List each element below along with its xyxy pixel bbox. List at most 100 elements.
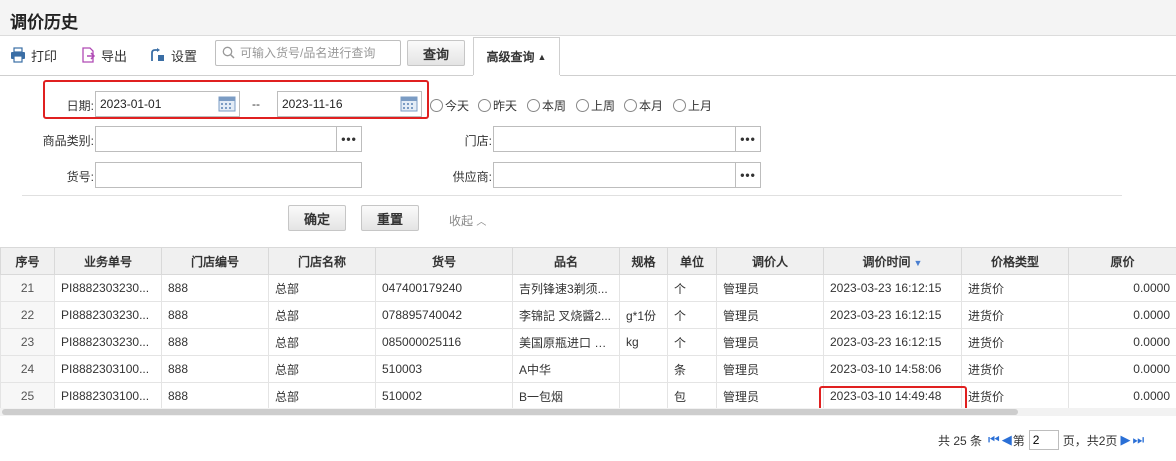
calendar-icon[interactable] <box>218 95 236 112</box>
table-cell: 美国原瓶进口 加... <box>512 328 620 356</box>
column-header[interactable]: 价格类型 <box>961 247 1069 275</box>
supplier-field[interactable] <box>493 162 736 188</box>
table-cell <box>619 382 668 410</box>
column-header[interactable]: 货号 <box>375 247 513 275</box>
print-label: 打印 <box>31 48 58 64</box>
table-cell: 总部 <box>268 301 376 329</box>
table-cell: 0.0000 <box>1068 355 1176 383</box>
search-input[interactable] <box>238 44 398 62</box>
page-number-input[interactable] <box>1028 430 1059 450</box>
store-picker-button[interactable]: ••• <box>735 126 761 152</box>
radio-circle <box>527 99 540 112</box>
radio-label: 本周 <box>542 99 567 113</box>
collapse-link[interactable]: 收起 ︿ <box>449 212 486 229</box>
export-button[interactable]: 导出 <box>80 45 127 65</box>
sort-desc-icon: ▼ <box>913 257 923 268</box>
table-cell: 总部 <box>268 328 376 356</box>
column-header-sorted[interactable]: 调价时间 ▼ <box>823 247 962 275</box>
column-header[interactable]: 品名 <box>512 247 620 275</box>
radio-this-week[interactable]: 本周 <box>527 97 566 114</box>
print-button[interactable]: 打印 <box>10 45 57 65</box>
horizontal-scrollbar[interactable] <box>0 408 1176 416</box>
radio-yesterday[interactable]: 昨天 <box>478 97 517 114</box>
table-cell: 管理员 <box>716 274 824 302</box>
radio-last-month[interactable]: 上月 <box>673 97 712 114</box>
supplier-picker-button[interactable]: ••• <box>735 162 761 188</box>
calendar-icon[interactable] <box>400 95 418 112</box>
table-row[interactable]: 25 PI8882303100... 888 总部 510002 B一包烟 包 … <box>0 382 1176 410</box>
table-row[interactable]: 24 PI8882303100... 888 总部 510003 A中华 条 管… <box>0 355 1176 383</box>
radio-last-week[interactable]: 上周 <box>576 97 615 114</box>
search-box[interactable] <box>215 40 401 66</box>
table-cell: 888 <box>161 274 269 302</box>
column-header[interactable]: 调价人 <box>716 247 824 275</box>
query-button[interactable]: 查询 <box>407 40 465 66</box>
radio-circle <box>478 99 491 112</box>
settings-button[interactable]: 设置 <box>150 45 197 65</box>
table-cell: 管理员 <box>716 328 824 356</box>
table-cell: 李锦記 叉烧醬2... <box>512 301 620 329</box>
table-cell: 管理员 <box>716 301 824 329</box>
page-prefix: 第 <box>1012 433 1025 448</box>
item-no-field[interactable] <box>95 162 362 188</box>
scrollbar-thumb[interactable] <box>2 409 1018 415</box>
table-row[interactable]: 21 PI8882303230... 888 总部 047400179240 吉… <box>0 274 1176 302</box>
divider <box>0 75 473 76</box>
table-cell: 0.0000 <box>1068 301 1176 329</box>
date-label: 日期: <box>66 99 94 113</box>
total-count: 共 25 条 <box>938 433 983 448</box>
table-cell: PI8882303230... <box>54 301 162 329</box>
table-cell: 888 <box>161 301 269 329</box>
table-cell: 进货价 <box>961 274 1069 302</box>
table-cell: 条 <box>667 355 717 383</box>
column-header-label: 调价时间 <box>862 254 911 269</box>
table-cell: 24 <box>0 355 55 383</box>
table-cell: 进货价 <box>961 355 1069 383</box>
table-cell: 进货价 <box>961 301 1069 329</box>
table-cell: 888 <box>161 382 269 410</box>
table-cell: 0.0000 <box>1068 274 1176 302</box>
confirm-button[interactable]: 确定 <box>288 205 346 231</box>
search-icon <box>222 46 235 59</box>
table-cell: kg <box>619 328 668 356</box>
column-header[interactable]: 原价 <box>1068 247 1176 275</box>
table-cell: 包 <box>667 382 717 410</box>
table-cell: PI8882303100... <box>54 382 162 410</box>
table-cell: 23 <box>0 328 55 356</box>
export-label: 导出 <box>101 48 128 64</box>
table-cell: 047400179240 <box>375 274 513 302</box>
table-cell: 个 <box>667 274 717 302</box>
divider <box>560 75 1176 76</box>
settings-icon <box>151 48 164 61</box>
radio-today[interactable]: 今天 <box>430 97 469 114</box>
table-cell: 进货价 <box>961 328 1069 356</box>
radio-label: 本月 <box>639 99 664 113</box>
table-cell: g*1份 <box>619 301 668 329</box>
table-row[interactable]: 23 PI8882303230... 888 总部 085000025116 美… <box>0 328 1176 356</box>
next-page-icon[interactable]: ▶ <box>1120 432 1130 448</box>
printer-icon <box>11 47 25 63</box>
category-field[interactable] <box>95 126 337 152</box>
collapse-label: 收起 <box>449 214 474 228</box>
prev-page-icon[interactable]: ◀ <box>1002 432 1012 448</box>
column-header[interactable]: 业务单号 <box>54 247 162 275</box>
table-cell: 2023-03-23 16:12:15 <box>823 274 962 302</box>
category-picker-button[interactable]: ••• <box>336 126 362 152</box>
last-page-icon[interactable]: ⏭ <box>1132 432 1144 448</box>
reset-button[interactable]: 重置 <box>361 205 419 231</box>
column-header[interactable]: 门店名称 <box>268 247 376 275</box>
column-header[interactable]: 规格 <box>619 247 668 275</box>
date-separator: -- <box>252 97 260 111</box>
column-header[interactable]: 单位 <box>667 247 717 275</box>
table-row[interactable]: 22 PI8882303230... 888 总部 078895740042 李… <box>0 301 1176 329</box>
column-header[interactable]: 序号 <box>0 247 55 275</box>
advanced-query-tab[interactable]: 高级查询 ▲ <box>473 37 560 75</box>
store-field[interactable] <box>493 126 736 152</box>
first-page-icon[interactable]: ⏮ <box>988 432 1000 448</box>
table-cell: PI8882303230... <box>54 328 162 356</box>
title-bar: 调价历史 <box>0 0 1176 36</box>
chevron-up-icon: ︿ <box>476 217 487 228</box>
radio-this-month[interactable]: 本月 <box>624 97 663 114</box>
table-cell: 个 <box>667 328 717 356</box>
column-header[interactable]: 门店编号 <box>161 247 269 275</box>
